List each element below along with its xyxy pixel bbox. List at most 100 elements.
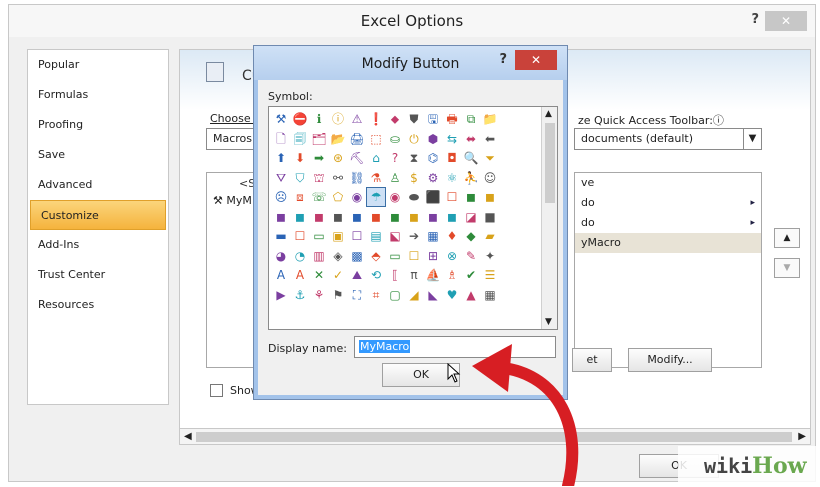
symbol-cell[interactable]: ▰ bbox=[481, 227, 499, 245]
symbol-cell[interactable]: ⛹ bbox=[462, 169, 480, 187]
close-button[interactable]: ✕ bbox=[765, 11, 807, 31]
symbol-cell[interactable]: ⚒ bbox=[272, 110, 290, 128]
symbol-cell[interactable]: ⛉ bbox=[291, 169, 309, 187]
scroll-left-icon[interactable]: ◀ bbox=[184, 429, 192, 445]
symbol-cell[interactable]: ◢ bbox=[405, 286, 423, 304]
symbol-cell[interactable]: ☐ bbox=[348, 227, 366, 245]
symbol-cell[interactable]: ♥ bbox=[443, 286, 461, 304]
symbol-cell[interactable]: ✕ bbox=[310, 266, 328, 284]
nav-item-resources[interactable]: Resources bbox=[28, 290, 168, 320]
symbol-cell[interactable]: ⛊ bbox=[405, 110, 423, 128]
symbol-cell[interactable]: ▩ bbox=[348, 247, 366, 265]
symbol-cell[interactable]: ⛫ bbox=[310, 169, 328, 187]
symbol-cell[interactable]: ➡ bbox=[310, 149, 328, 167]
symbol-cell[interactable]: ⬌ bbox=[462, 130, 480, 148]
list-item-selected[interactable]: yMacro bbox=[575, 233, 761, 253]
symbol-cell[interactable]: ⏻ bbox=[405, 130, 423, 148]
symbol-cell[interactable]: ▬ bbox=[272, 227, 290, 245]
symbol-cell[interactable]: ◘ bbox=[443, 149, 461, 167]
symbol-cell[interactable]: ▣ bbox=[329, 227, 347, 245]
symbol-cell[interactable]: ▲ bbox=[462, 286, 480, 304]
symbol-cell[interactable]: ⛛ bbox=[272, 169, 290, 187]
symbol-cell[interactable]: ⬬ bbox=[405, 188, 423, 206]
symbol-cell[interactable]: ♗ bbox=[443, 266, 461, 284]
symbol-cell[interactable]: ▭ bbox=[310, 227, 328, 245]
symbol-cell[interactable]: 📁 bbox=[481, 110, 499, 128]
symbol-cell[interactable]: ⛓ bbox=[348, 169, 366, 187]
nav-item-popular[interactable]: Popular bbox=[28, 50, 168, 80]
symbol-cell[interactable]: ☐ bbox=[405, 247, 423, 265]
symbol-cell[interactable]: ◼ bbox=[405, 208, 423, 226]
symbol-cell[interactable]: ⟦ bbox=[386, 266, 404, 284]
symbol-cell[interactable]: ■ bbox=[481, 208, 499, 226]
symbol-cell[interactable]: ◕ bbox=[272, 247, 290, 265]
list-item[interactable]: ve bbox=[575, 173, 761, 193]
symbol-cell[interactable]: ⬕ bbox=[386, 227, 404, 245]
modify-button[interactable]: Modify... bbox=[628, 348, 712, 372]
symbol-cell[interactable]: ⇆ bbox=[443, 130, 461, 148]
symbol-cell[interactable]: ⬢ bbox=[424, 130, 442, 148]
symbol-cell[interactable]: ☹ bbox=[272, 188, 290, 206]
qat-select[interactable]: documents (default) ▼ bbox=[574, 128, 762, 150]
qat-list[interactable]: ve do ▸ do ▸ yMacro bbox=[574, 172, 762, 368]
symbol-cell[interactable]: ? bbox=[386, 149, 404, 167]
symbol-cell[interactable]: ⚗ bbox=[367, 169, 385, 187]
symbol-cell[interactable]: ◼ bbox=[481, 188, 499, 206]
symbol-cell[interactable]: ⬆ bbox=[272, 149, 290, 167]
symbol-cell[interactable]: ☏ bbox=[310, 188, 328, 206]
symbol-cell[interactable]: A bbox=[272, 266, 290, 284]
symbol-cell[interactable]: ◼ bbox=[424, 208, 442, 226]
symbol-cell[interactable]: A bbox=[291, 266, 309, 284]
symbol-cell[interactable]: ⌗ bbox=[367, 286, 385, 304]
symbol-cell[interactable]: ⌬ bbox=[424, 149, 442, 167]
symbol-cell[interactable]: 🗐 bbox=[291, 130, 309, 148]
symbol-cell[interactable]: ▭ bbox=[386, 247, 404, 265]
symbol-cell[interactable]: ⛀ bbox=[386, 130, 404, 148]
symbol-cell[interactable]: ◉ bbox=[386, 188, 404, 206]
symbol-cell[interactable]: 🗋 bbox=[272, 130, 290, 148]
symbol-cell[interactable]: ◉ bbox=[348, 188, 366, 206]
symbol-cell[interactable]: ◣ bbox=[424, 286, 442, 304]
symbol-cell[interactable]: ✔ bbox=[462, 266, 480, 284]
symbol-cell[interactable]: ☺ bbox=[481, 169, 499, 187]
scroll-thumb[interactable] bbox=[545, 123, 555, 203]
symbol-cell[interactable]: 🖨 bbox=[348, 130, 366, 148]
scroll-up-icon[interactable]: ▲ bbox=[545, 109, 552, 119]
symbol-cell[interactable]: ▦ bbox=[481, 286, 499, 304]
symbol-cell[interactable]: ▦ bbox=[424, 227, 442, 245]
symbol-cell[interactable]: ⏷ bbox=[481, 149, 499, 167]
symbol-cell[interactable]: ⬘ bbox=[367, 247, 385, 265]
symbol-cell[interactable]: 📂 bbox=[329, 130, 347, 148]
symbol-cell[interactable]: ✦ bbox=[481, 247, 499, 265]
nav-item-advanced[interactable]: Advanced bbox=[28, 170, 168, 200]
list-item[interactable]: do ▸ bbox=[575, 213, 761, 233]
symbol-cell[interactable]: ◼ bbox=[348, 208, 366, 226]
symbol-cell[interactable]: ▥ bbox=[310, 247, 328, 265]
symbol-cell[interactable]: ⛏ bbox=[348, 149, 366, 167]
symbol-cell[interactable]: 🖫 bbox=[424, 110, 442, 128]
symbol-cell[interactable]: ▤ bbox=[367, 227, 385, 245]
symbol-cell[interactable]: ⧉ bbox=[462, 110, 480, 128]
scroll-down-icon[interactable]: ▼ bbox=[545, 317, 552, 327]
symbol-cell[interactable]: ☰ bbox=[481, 266, 499, 284]
nav-item-formulas[interactable]: Formulas bbox=[28, 80, 168, 110]
nav-item-trust-center[interactable]: Trust Center bbox=[28, 260, 168, 290]
symbol-cell[interactable]: ◪ bbox=[462, 208, 480, 226]
symbol-cell[interactable]: ☂ bbox=[366, 187, 386, 207]
symbol-cell[interactable]: ☐ bbox=[291, 227, 309, 245]
dialog-help-button[interactable]: ? bbox=[499, 52, 507, 67]
symbol-cell[interactable]: ◼ bbox=[367, 208, 385, 226]
symbol-cell[interactable]: ⬅ bbox=[481, 130, 499, 148]
symbol-cell[interactable]: ⊛ bbox=[329, 149, 347, 167]
symbol-cell[interactable]: ◼ bbox=[443, 208, 461, 226]
move-up-button[interactable]: ▲ bbox=[774, 228, 800, 248]
symbol-cell[interactable]: π bbox=[405, 266, 423, 284]
symbol-cell[interactable]: ⌂ bbox=[367, 149, 385, 167]
symbol-cell[interactable]: ⚯ bbox=[329, 169, 347, 187]
symbol-cell[interactable]: ⧗ bbox=[405, 149, 423, 167]
symbol-cell[interactable]: ⚘ bbox=[310, 286, 328, 304]
symbol-cell[interactable]: ◼ bbox=[386, 208, 404, 226]
dialog-close-button[interactable]: ✕ bbox=[515, 50, 557, 70]
symbol-cell[interactable]: ◼ bbox=[272, 208, 290, 226]
symbol-cell[interactable]: ▶ bbox=[272, 286, 290, 304]
